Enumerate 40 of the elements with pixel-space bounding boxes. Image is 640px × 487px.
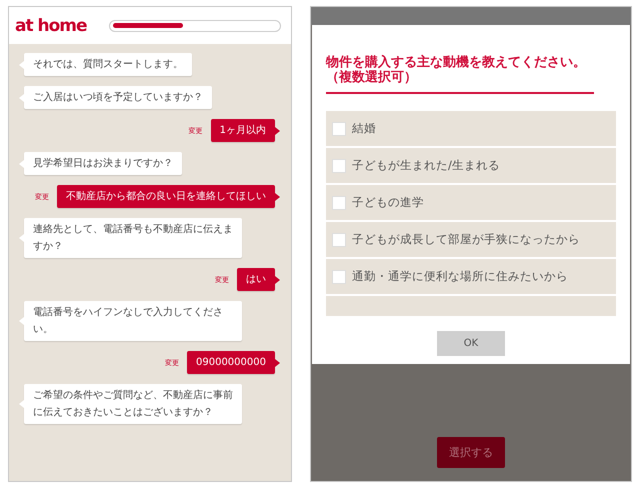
bubble-tail (19, 160, 24, 168)
checkbox[interactable] (332, 196, 346, 210)
option-row[interactable] (326, 296, 616, 316)
bubble-tail (275, 276, 280, 284)
option-label: 子どもが成長して部屋が手狭になったから (352, 232, 580, 247)
bubble-tail (275, 192, 280, 200)
bubble-tail (19, 94, 24, 102)
logo: at home (15, 16, 87, 36)
question-bubble: それでは、質問スタートします。 (24, 53, 192, 76)
bubble-tail (19, 400, 24, 408)
question-bubble: 連絡先として、電話番号も不動産店に伝えますか？ (24, 218, 242, 258)
answer-bubble: 1ヶ月以内 (210, 119, 275, 142)
bubble-tail (19, 317, 24, 325)
bubble-tail (275, 126, 280, 134)
question-bubble: ご入居はいつ頃を予定していますか？ (24, 86, 212, 109)
ok-button[interactable]: OK (437, 331, 505, 356)
option-label: 子どもが生まれた/生まれる (352, 158, 500, 173)
option-label: 通勤・通学に便利な場所に住みたいから (352, 269, 568, 284)
option-row[interactable]: 子どもが生まれた/生まれる (326, 148, 616, 183)
dialog-title: 物件を購入する主な動機を教えてください。（複数選択可） (326, 55, 594, 94)
answer-bubble: はい (237, 268, 275, 291)
answer-bubble: 09000000000 (187, 351, 275, 374)
checkbox[interactable] (332, 270, 346, 284)
option-label: 子どもの進学 (352, 195, 424, 210)
question-bubble: 見学希望日はお決まりですか？ (24, 152, 182, 175)
checkbox[interactable] (332, 158, 346, 172)
option-row[interactable]: 子どもの進学 (326, 185, 616, 220)
checkbox[interactable] (332, 232, 346, 246)
option-row[interactable]: 通勤・通学に便利な場所に住みたいから (326, 259, 616, 294)
checkbox[interactable] (332, 122, 346, 136)
bubble-tail (19, 60, 24, 68)
option-row[interactable]: 結婚 (326, 111, 616, 146)
option-row[interactable]: 子どもが成長して部屋が手狭になったから (326, 222, 616, 257)
bubble-tail (275, 358, 280, 366)
answer-bubble: 不動産店から都合の良い日を連絡してほしい (57, 185, 275, 208)
select-button[interactable]: 選択する (437, 437, 505, 468)
question-bubble: 電話番号をハイフンなしで入力してください。 (24, 301, 242, 341)
bubble-tail (19, 234, 24, 242)
option-label: 結婚 (352, 121, 376, 136)
question-bubble: ご希望の条件やご質問など、不動産店に事前に伝えておきたいことはございますか？ (24, 384, 242, 424)
